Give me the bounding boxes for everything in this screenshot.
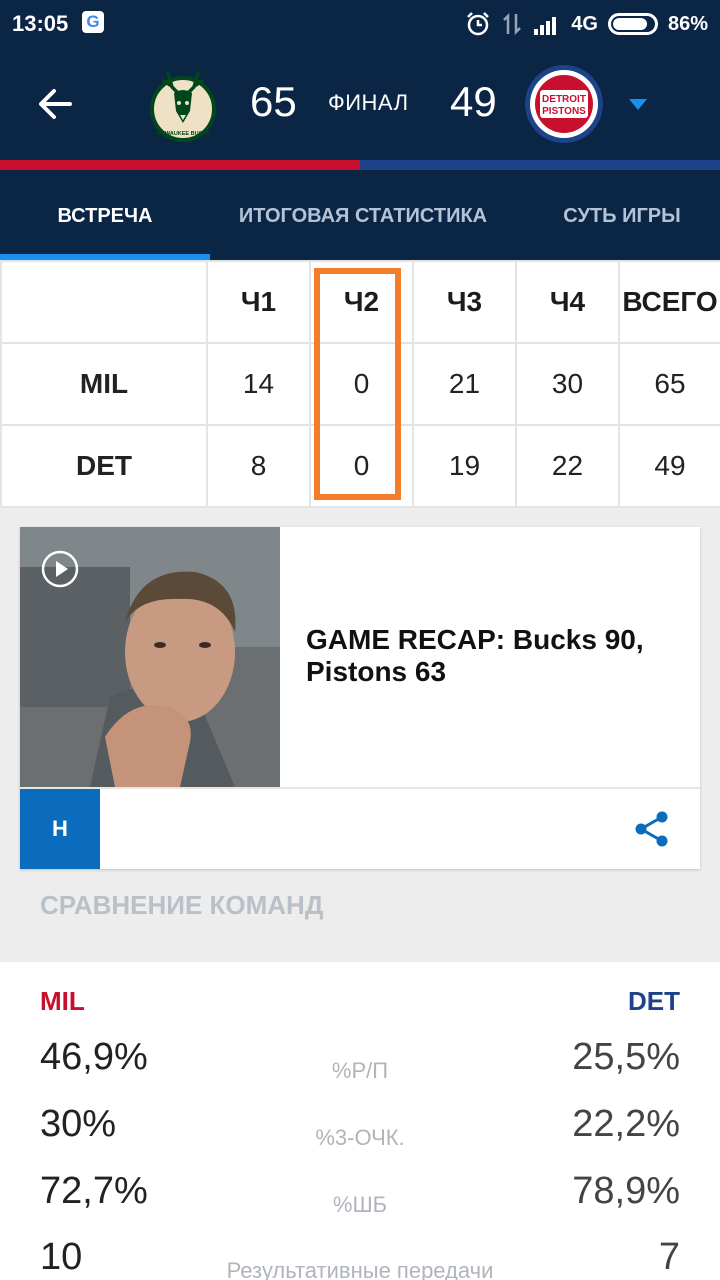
total-score: 49 [618, 424, 720, 508]
tab-game[interactable]: ВСТРЕЧА [0, 170, 210, 260]
back-arrow-icon[interactable] [34, 82, 78, 126]
play-icon[interactable] [40, 549, 80, 589]
stat-row: 30% %3-ОЧК. 22,2% [0, 1103, 720, 1169]
battery-percent: 86% [667, 12, 708, 35]
team-name: MIL [0, 342, 208, 426]
away-stat-value: 7 [658, 1236, 680, 1278]
team-comparison: MIL DET 46,9% %Р/П 25,5% 30% %3-ОЧК. 22,… [0, 962, 720, 1280]
away-score: 49 [450, 78, 497, 125]
battery-level [612, 18, 648, 30]
tab-bar: ВСТРЕЧА ИТОГОВАЯ СТАТИСТИКА СУТЬ ИГРЫ [0, 170, 720, 260]
quarter-score: 21 [412, 342, 517, 426]
quarter-score: 14 [206, 342, 311, 426]
pistons-logo-text-2: PISTONS [542, 106, 586, 117]
away-team-label: DET [628, 986, 680, 1016]
tab-box-score[interactable]: ИТОГОВАЯ СТАТИСТИКА [210, 170, 516, 260]
game-header: MILWAUKEE BUCKS 65 ФИНАЛ 49 DETROIT PIST… [0, 48, 720, 160]
network-type: 4G [571, 12, 598, 35]
card-divider [20, 787, 700, 789]
away-stat-value: 25,5% [572, 1036, 680, 1078]
column-header: Ч4 [515, 260, 620, 344]
column-header [0, 260, 208, 344]
stat-label: Результативные передачи [226, 1258, 494, 1280]
status-icons: 4G 86% [465, 10, 708, 38]
video-card[interactable]: GAME RECAP: Bucks 90, Pistons 63 H [20, 527, 700, 869]
quarter-score: 30 [515, 342, 620, 426]
pistons-logo[interactable]: DETROIT PISTONS [524, 64, 604, 144]
away-stat-value: 78,9% [572, 1170, 680, 1212]
away-split [360, 160, 720, 170]
video-title[interactable]: GAME RECAP: Bucks 90, Pistons 63 [306, 624, 686, 688]
stat-row: 72,7% %ШБ 78,9% [0, 1170, 720, 1236]
status-time: 13:05 [12, 11, 69, 36]
section-title: СРАВНЕНИЕ КОМАНД [40, 890, 324, 920]
battery-icon [607, 13, 658, 35]
team-name: DET [0, 424, 208, 508]
bucks-logo-text: MILWAUKEE BUCKS [156, 131, 211, 137]
data-transfer-icon [503, 12, 522, 36]
quarter-score: 22 [515, 424, 620, 508]
dropdown-arrow-icon[interactable] [626, 96, 650, 112]
pistons-logo-text-1: DETROIT [542, 94, 586, 105]
home-split [0, 160, 360, 170]
column-header: ВСЕГО [618, 260, 720, 344]
game-status: ФИНАЛ [328, 90, 409, 115]
stat-row: 46,9% %Р/П 25,5% [0, 1036, 720, 1102]
google-icon: G [82, 11, 104, 33]
away-stat-value: 22,2% [572, 1103, 680, 1145]
bucks-logo[interactable]: MILWAUKEE BUCKS [150, 63, 216, 143]
total-score: 65 [618, 342, 720, 426]
share-icon[interactable] [632, 809, 672, 849]
column-highlight-box [314, 268, 401, 500]
signal-icon [534, 17, 557, 35]
home-score: 65 [250, 78, 297, 125]
column-header: Ч1 [206, 260, 311, 344]
status-bar: 13:05 G 4G 86% [0, 0, 720, 48]
alarm-icon [467, 12, 490, 36]
home-team-label: MIL [40, 986, 85, 1016]
quarter-score: 19 [412, 424, 517, 508]
source-badge: H [20, 789, 100, 869]
tab-game-summary[interactable]: СУТЬ ИГРЫ [532, 170, 712, 260]
column-header: Ч3 [412, 260, 517, 344]
stat-row: 10 Результативные передачи 7 [0, 1236, 720, 1280]
score-split-bar [0, 160, 720, 170]
quarter-score: 8 [206, 424, 311, 508]
